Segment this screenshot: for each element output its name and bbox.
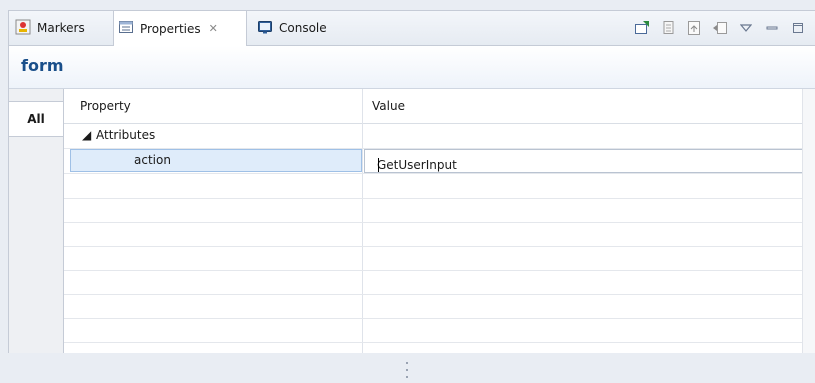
form-title: form: [21, 56, 64, 75]
table-row: [64, 246, 802, 271]
tab-properties[interactable]: Properties ✕: [113, 11, 247, 46]
table-row[interactable]: action GetUserInput: [64, 149, 806, 174]
view-tab-bar: Markers Properties ✕ Console: [9, 11, 815, 46]
category-tab-label: All: [27, 112, 45, 126]
close-icon[interactable]: ✕: [209, 22, 218, 35]
view-toolbar: [634, 19, 806, 37]
category-tab-all[interactable]: All: [9, 101, 63, 137]
console-icon: [257, 19, 273, 38]
tab-markers[interactable]: Markers: [11, 11, 111, 45]
value-editor[interactable]: GetUserInput: [364, 149, 806, 173]
tab-markers-label: Markers: [37, 21, 85, 35]
column-header-value[interactable]: Value: [372, 99, 405, 113]
table-row: [64, 294, 802, 319]
value-input: GetUserInput: [377, 158, 457, 172]
tab-properties-label: Properties: [140, 21, 201, 36]
markers-icon: [15, 19, 31, 38]
table-row: [64, 174, 802, 199]
tab-console[interactable]: Console: [253, 11, 349, 45]
property-table: Property Value ◢ Attributes action GetUs…: [64, 89, 815, 353]
restore-default-icon[interactable]: [686, 20, 702, 36]
table-row: [64, 318, 802, 343]
table-row: [64, 270, 802, 295]
tab-console-label: Console: [279, 21, 327, 35]
property-categories: All: [9, 89, 64, 353]
row-key-cell: [70, 149, 362, 172]
expand-icon[interactable]: ◢: [82, 128, 91, 142]
advanced-icon[interactable]: [712, 20, 728, 36]
text-caret: [378, 158, 379, 172]
group-label: Attributes: [96, 128, 156, 142]
maximize-icon[interactable]: [790, 20, 806, 36]
table-row: [64, 222, 802, 247]
vertical-scrollbar[interactable]: [802, 89, 815, 353]
table-header: Property Value: [64, 89, 802, 124]
row-key: action: [134, 153, 171, 167]
minimize-icon[interactable]: [764, 20, 780, 36]
resize-handle[interactable]: [404, 362, 410, 378]
table-row-group[interactable]: ◢ Attributes: [64, 124, 802, 149]
form-title-bar: form: [9, 46, 815, 89]
column-header-property[interactable]: Property: [80, 99, 131, 113]
properties-icon: [118, 19, 134, 38]
copy-icon[interactable]: [660, 20, 676, 36]
view-menu-icon[interactable]: [738, 20, 754, 36]
properties-view: Markers Properties ✕ Console form All Pr…: [8, 10, 815, 353]
pin-icon[interactable]: [634, 20, 650, 36]
table-row: [64, 198, 802, 223]
